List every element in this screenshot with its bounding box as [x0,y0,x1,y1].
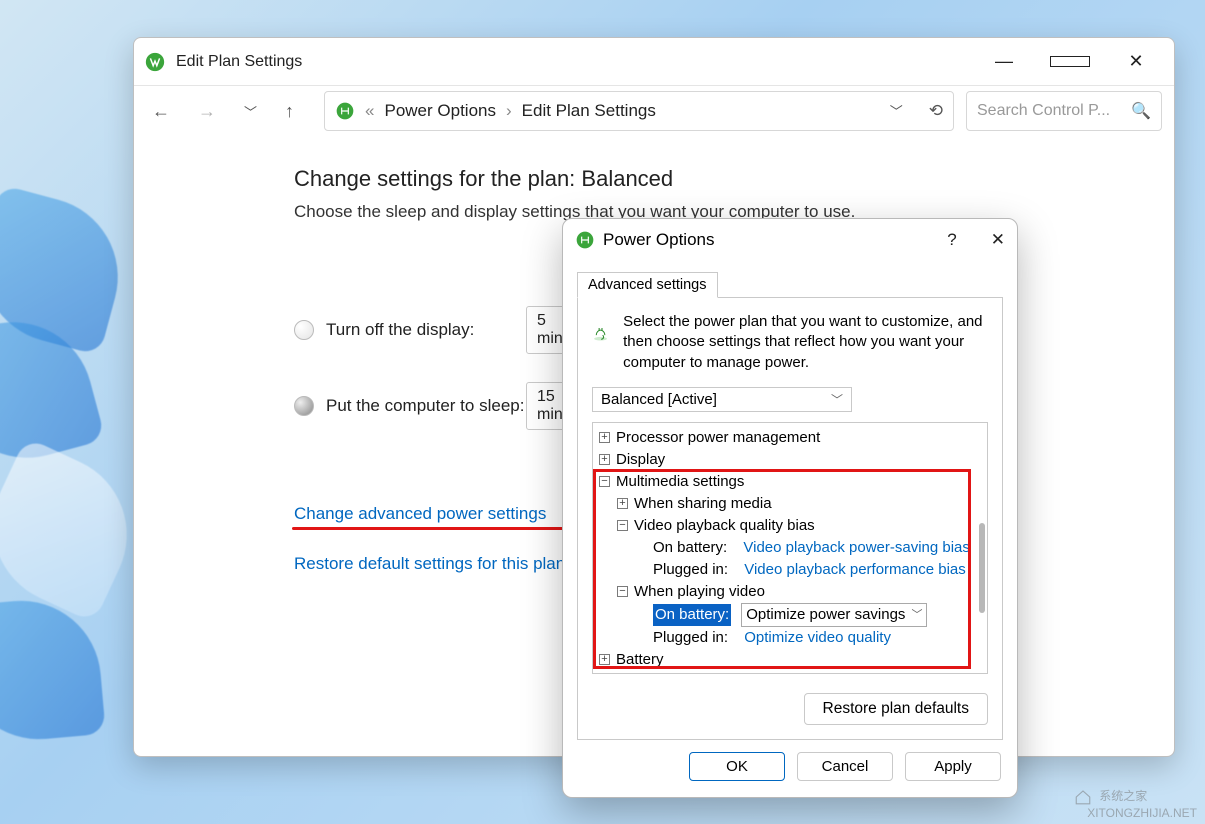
expand-icon[interactable]: + [599,654,610,665]
nav-forward-icon[interactable]: → [198,101,216,122]
breadcrumb-sep-icon: › [506,101,512,121]
power-plan-icon [575,230,595,250]
watermark-line2: XITONGZHIJIA.NET [1087,806,1197,820]
refresh-icon[interactable]: ⟲ [929,101,943,121]
node-battery[interactable]: Battery [616,649,664,671]
nav-recent-icon[interactable]: ﹀ [244,102,257,121]
apply-button[interactable]: Apply [905,752,1001,781]
nav-up-icon[interactable]: ↑ [285,101,294,122]
dialog-intro-text: Select the power plan that you want to c… [623,312,988,373]
node-processor[interactable]: Processor power management [616,427,820,449]
dropdown-history-icon[interactable]: ﹀ [890,101,903,121]
nav-back-icon[interactable]: ← [152,101,170,122]
scrollbar[interactable] [979,523,985,613]
watermark: 系统之家 XITONGZHIJIA.NET [1074,788,1197,820]
vpqb-plug-label: Plugged in: [653,559,728,581]
sleep-label: Put the computer to sleep: [326,396,526,416]
collapse-icon[interactable]: − [617,520,628,531]
breadcrumb-edit-plan[interactable]: Edit Plan Settings [522,101,656,121]
window-title: Edit Plan Settings [176,53,302,71]
playing-batt-value: Optimize power savings [746,604,905,626]
chevron-down-icon: ﹀ [831,391,843,408]
breadcrumb-root: « [365,101,374,121]
playing-batt-label: On battery: [653,604,731,626]
maximize-button[interactable] [1050,51,1090,72]
dialog-title: Power Options [603,230,715,250]
power-options-dialog: Power Options ? ✕ Advanced settings Sele… [562,218,1018,798]
titlebar: Edit Plan Settings — ✕ [134,38,1174,86]
display-icon [294,320,314,340]
link-change-advanced[interactable]: Change advanced power settings [294,504,546,524]
navbar: ← → ﹀ ↑ « Power Options › Edit Plan Sett… [134,86,1174,136]
breadcrumb-power-options[interactable]: Power Options [384,101,496,121]
playing-batt-select[interactable]: Optimize power savings ﹀ [741,603,927,627]
tabbar: Advanced settings [563,261,1017,297]
collapse-icon[interactable]: − [617,586,628,597]
chevron-down-icon: ﹀ [911,604,922,626]
dialog-close-button[interactable]: ✕ [991,230,1005,250]
playing-plug-label: Plugged in: [653,627,728,649]
dialog-intro: Select the power plan that you want to c… [592,312,988,373]
power-plan-icon [144,51,166,73]
vpqb-batt-value[interactable]: Video playback power-saving bias [743,537,970,559]
node-display[interactable]: Display [616,449,665,471]
vpqb-plug-value[interactable]: Video playback performance bias [744,559,966,581]
plan-select[interactable]: Balanced [Active] ﹀ [592,387,852,412]
ok-button[interactable]: OK [689,752,785,781]
display-label: Turn off the display: [326,320,526,340]
search-box[interactable]: 🔍 [966,91,1162,131]
tab-advanced-settings[interactable]: Advanced settings [577,272,718,298]
collapse-icon[interactable]: − [599,476,610,487]
help-button[interactable]: ? [947,230,956,250]
search-icon[interactable]: 🔍 [1131,101,1151,121]
address-bar[interactable]: « Power Options › Edit Plan Settings ﹀ ⟲ [324,91,954,131]
battery-plug-icon [592,312,609,354]
power-plan-icon [335,101,355,121]
close-button[interactable]: ✕ [1116,51,1156,72]
restore-plan-defaults-button[interactable]: Restore plan defaults [804,693,988,725]
vpqb-batt-label: On battery: [653,537,727,559]
node-sharing[interactable]: When sharing media [634,493,772,515]
sleep-icon [294,396,314,416]
search-input[interactable] [977,102,1123,120]
watermark-line1: 系统之家 [1099,789,1147,803]
minimize-button[interactable]: — [984,51,1024,72]
link-restore-defaults[interactable]: Restore default settings for this plan [294,554,565,574]
dialog-titlebar: Power Options ? ✕ [563,219,1017,261]
expand-icon[interactable]: + [599,432,610,443]
page-title: Change settings for the plan: Balanced [294,166,1134,192]
node-playing[interactable]: When playing video [634,581,765,603]
node-vpqb[interactable]: Video playback quality bias [634,515,815,537]
node-multimedia[interactable]: Multimedia settings [616,471,744,493]
expand-icon[interactable]: + [617,498,628,509]
settings-tree[interactable]: +Processor power management +Display −Mu… [592,422,988,674]
cancel-button[interactable]: Cancel [797,752,893,781]
tab-pane: Select the power plan that you want to c… [577,297,1003,740]
playing-plug-value[interactable]: Optimize video quality [744,627,891,649]
expand-icon[interactable]: + [599,454,610,465]
dialog-buttons: OK Cancel Apply [563,740,1017,797]
plan-select-value: Balanced [Active] [601,391,717,408]
